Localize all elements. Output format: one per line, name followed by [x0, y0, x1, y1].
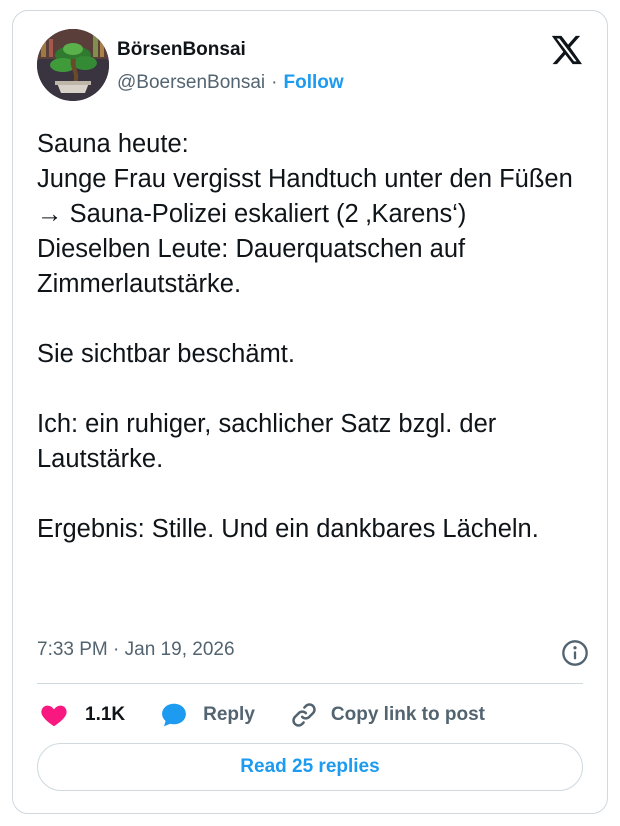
author-avatar[interactable]: [37, 29, 109, 101]
like-button[interactable]: 1.1K: [39, 700, 125, 730]
divider: [37, 683, 583, 684]
author-display-name[interactable]: BörsenBonsai: [117, 39, 246, 61]
tweet-actions: 1.1K Reply Copy link to post: [39, 695, 485, 735]
speech-bubble-icon: [162, 703, 187, 727]
tweet-card: BörsenBonsai @BoersenBonsai · Follow Sauna…: [12, 10, 608, 814]
bonsai-tree-icon: [37, 29, 109, 101]
author-handle-row: @BoersenBonsai · Follow: [117, 72, 344, 94]
tweet-timestamp[interactable]: 7:33 PM · Jan 19, 2026: [37, 639, 235, 661]
heart-icon: [41, 705, 67, 727]
info-icon[interactable]: [561, 639, 589, 667]
follow-button[interactable]: Follow: [283, 72, 343, 93]
copy-link-button[interactable]: Copy link to post: [289, 700, 485, 730]
author-handle[interactable]: @BoersenBonsai: [117, 72, 265, 93]
like-count: 1.1K: [85, 704, 126, 725]
tweet-text: Sauna heute: Junge Frau vergisst Handtuc…: [37, 130, 573, 543]
read-replies-button[interactable]: Read 25 replies: [37, 743, 583, 791]
copy-link-label: Copy link to post: [330, 704, 485, 725]
reply-button[interactable]: Reply: [159, 700, 255, 730]
x-logo-icon[interactable]: [549, 33, 583, 67]
reply-label: Reply: [203, 704, 255, 725]
link-icon: [292, 703, 316, 727]
separator-dot: ·: [271, 72, 278, 93]
